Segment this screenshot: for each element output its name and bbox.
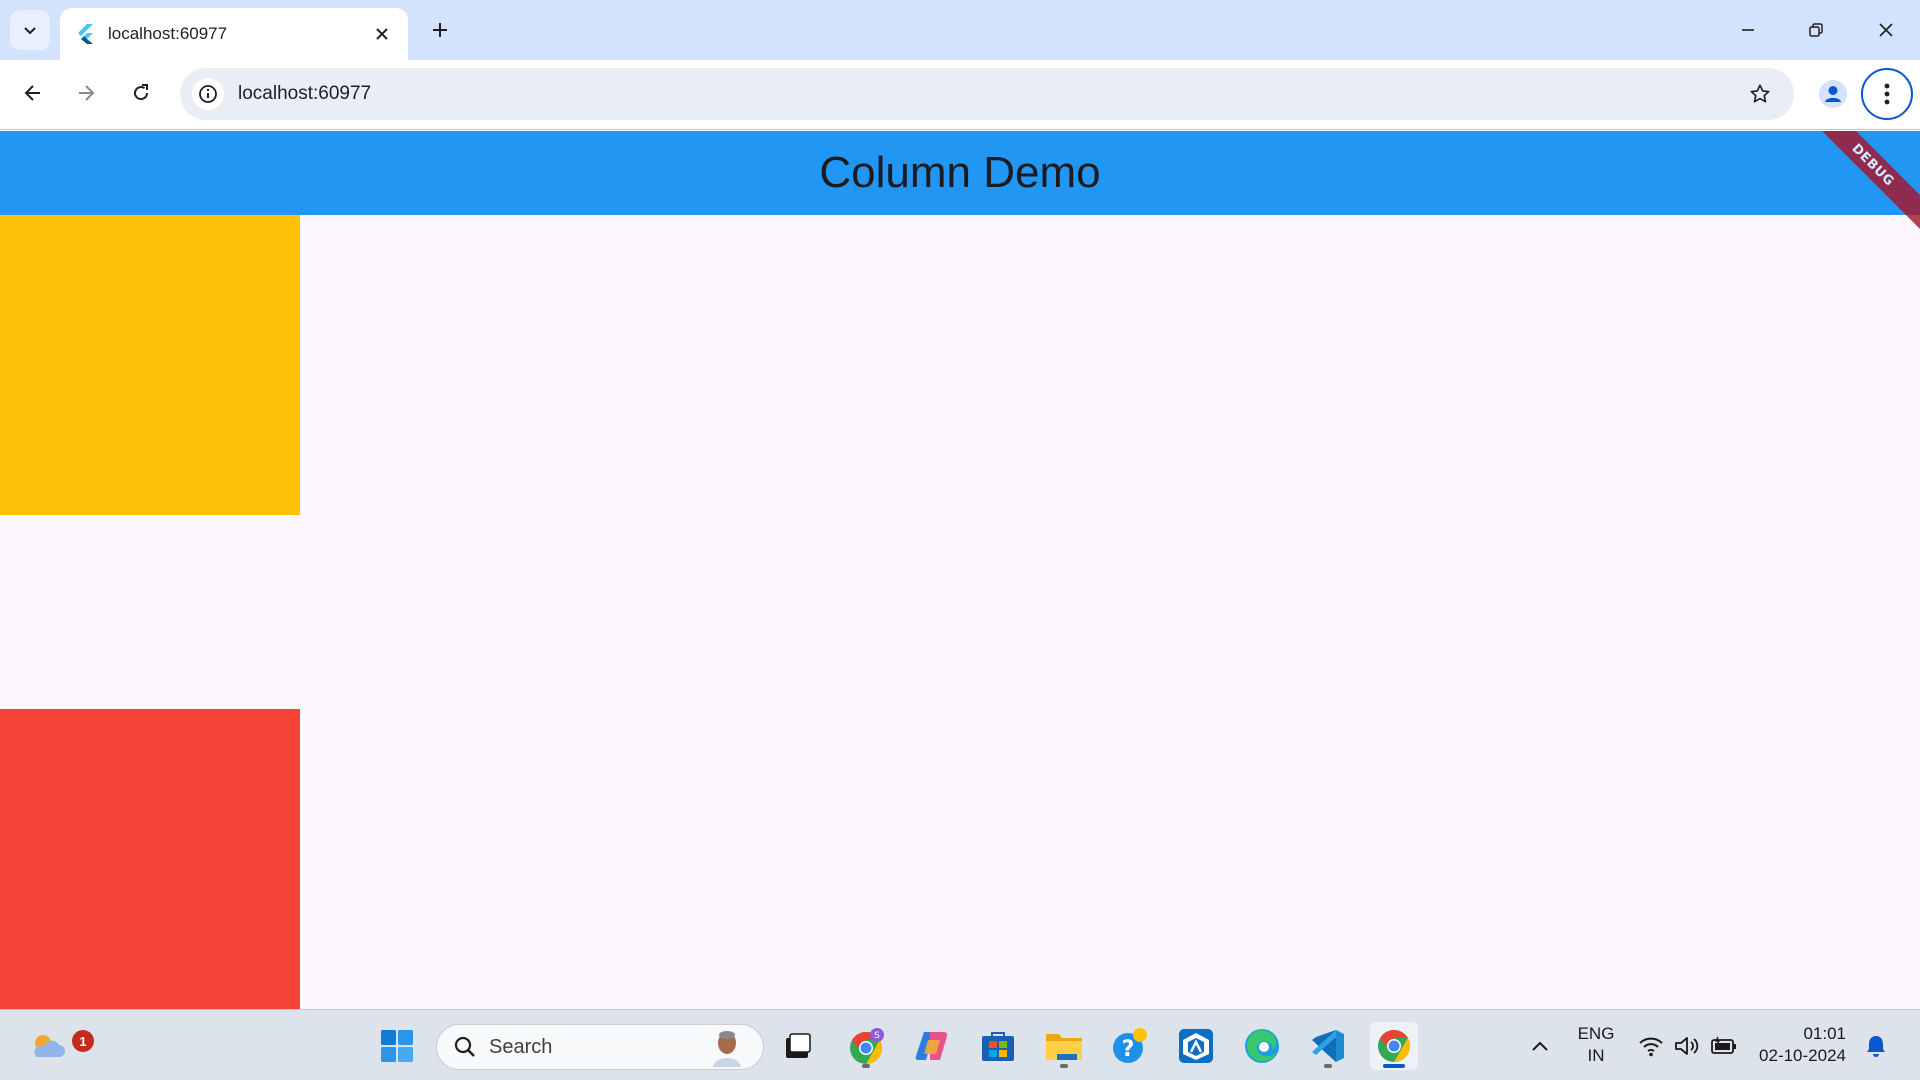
dell-icon <box>1179 1029 1213 1063</box>
search-placeholder: Search <box>489 1035 553 1058</box>
browser-menu-button[interactable] <box>1861 68 1913 120</box>
taskbar-get-help[interactable]: ? <box>1106 1022 1154 1070</box>
taskbar-chrome[interactable] <box>1370 1022 1418 1070</box>
language-code: ENG <box>1577 1024 1615 1043</box>
show-hidden-icons-button[interactable] <box>1516 1022 1564 1070</box>
forward-button[interactable] <box>66 73 106 113</box>
copilot-icon <box>915 1032 948 1060</box>
reload-icon <box>134 84 149 101</box>
svg-text:?: ? <box>1122 1037 1135 1062</box>
more-vert-icon <box>1884 83 1890 105</box>
store-icon <box>982 1032 1014 1061</box>
new-tab-button[interactable] <box>424 14 456 46</box>
notification-badge: 1 <box>72 1030 94 1052</box>
arrow-left-icon <box>24 85 40 101</box>
chrome-icon: S <box>850 1028 884 1064</box>
app-bar: Column Demo <box>0 131 1920 215</box>
folder-icon <box>1046 1034 1082 1060</box>
running-indicator <box>1324 1064 1332 1068</box>
browser-toolbar: localhost:60977 <box>0 60 1920 130</box>
taskbar-file-explorer[interactable] <box>1040 1022 1088 1070</box>
amber-container <box>0 215 300 515</box>
star-icon[interactable] <box>1740 74 1780 114</box>
tab-strip: localhost:60977 <box>0 0 1920 60</box>
language-indicator[interactable]: ENG IN <box>1566 1023 1626 1067</box>
tab-search-button[interactable] <box>10 10 50 50</box>
clock-date: 02-10-2024 <box>1759 1046 1846 1065</box>
person-icon <box>1819 80 1847 108</box>
address-bar[interactable]: localhost:60977 <box>180 68 1794 120</box>
red-container <box>0 709 300 1009</box>
active-indicator <box>1383 1064 1405 1068</box>
reload-button[interactable] <box>121 73 161 113</box>
minimize-button[interactable] <box>1714 0 1782 60</box>
running-indicator <box>1060 1064 1068 1068</box>
taskbar-microsoft-store[interactable] <box>974 1022 1022 1070</box>
profile-button[interactable] <box>1812 73 1854 115</box>
vscode-icon <box>1312 1030 1344 1062</box>
clock-time: 01:01 <box>1803 1024 1846 1043</box>
close-window-button[interactable] <box>1852 0 1920 60</box>
notifications-button[interactable] <box>1854 1022 1898 1070</box>
close-tab-icon[interactable] <box>368 20 396 48</box>
taskbar-dell-app[interactable] <box>1172 1022 1220 1070</box>
chevron-up-icon <box>1532 1041 1548 1051</box>
taskbar-edge[interactable] <box>1238 1022 1286 1070</box>
close-icon <box>1879 23 1893 37</box>
page-title: Column Demo <box>819 148 1101 197</box>
task-view-button[interactable] <box>774 1022 822 1070</box>
taskbar-copilot[interactable] <box>908 1022 956 1070</box>
taskbar-chrome-profile[interactable]: S <box>842 1022 890 1070</box>
volume-icon <box>1675 1037 1699 1055</box>
quick-settings-button[interactable] <box>1628 1022 1748 1070</box>
restore-button[interactable] <box>1782 0 1850 60</box>
windows-logo-icon <box>381 1030 413 1062</box>
back-button[interactable] <box>13 73 53 113</box>
url-text[interactable]: localhost:60977 <box>238 83 1740 105</box>
search-highlight-icon <box>713 1031 741 1067</box>
clock[interactable]: 01:01 02-10-2024 <box>1754 1023 1846 1067</box>
help-icon: ? <box>1113 1028 1147 1063</box>
windows-taskbar: 1 Search S ? ENG IN 01:01 02-10-2024 <box>0 1009 1920 1080</box>
chrome-icon <box>1378 1030 1411 1062</box>
arrow-right-icon <box>79 85 95 101</box>
weather-icon <box>34 1035 65 1057</box>
running-indicator <box>862 1064 870 1068</box>
start-button[interactable] <box>373 1022 421 1070</box>
restore-icon <box>1809 23 1823 37</box>
wifi-icon <box>1639 1037 1663 1057</box>
edge-icon <box>1245 1029 1279 1063</box>
tab-title: localhost:60977 <box>108 24 228 43</box>
taskbar-search[interactable]: Search <box>436 1024 764 1070</box>
plus-icon <box>433 23 447 37</box>
flutter-icon <box>74 23 96 45</box>
browser-tab[interactable]: localhost:60977 <box>60 8 408 60</box>
svg-text:S: S <box>874 1031 880 1041</box>
taskbar-vscode[interactable] <box>1304 1022 1352 1070</box>
bell-icon <box>1867 1036 1885 1057</box>
page-viewport: Column Demo DEBUG <box>0 131 1920 1009</box>
weather-widget[interactable]: 1 <box>24 1022 94 1070</box>
chevron-down-icon <box>24 27 36 35</box>
battery-icon <box>1711 1036 1736 1054</box>
search-icon <box>454 1036 475 1057</box>
info-icon[interactable] <box>192 78 224 110</box>
task-view-icon <box>786 1033 811 1058</box>
minimize-icon <box>1742 29 1754 31</box>
region-code: IN <box>1587 1046 1605 1065</box>
